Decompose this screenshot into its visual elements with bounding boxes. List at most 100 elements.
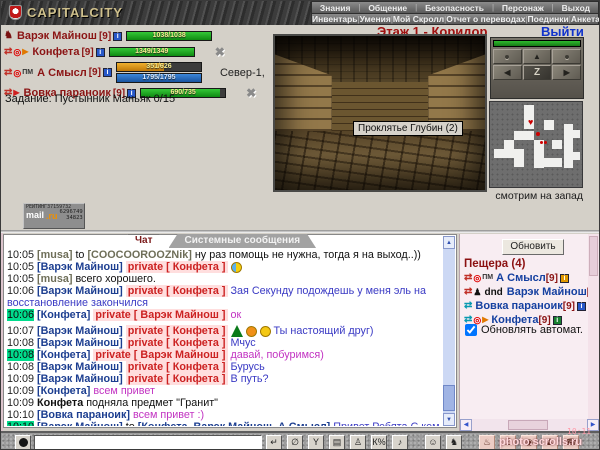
emotion-menu-button[interactable] xyxy=(15,435,31,450)
message-text: всем привет :) xyxy=(133,409,204,421)
blue-stat-bar: 1795/1795 xyxy=(116,73,202,83)
message-text: private [ Варэк Майнош ] xyxy=(93,349,227,361)
filter-button[interactable]: Y xyxy=(308,435,324,450)
chat-input[interactable] xyxy=(34,435,262,450)
tab-system-messages[interactable]: Системные сообщения xyxy=(169,234,317,248)
move-forward-button[interactable]: ▲ xyxy=(523,49,552,64)
menu-item[interactable]: Общение xyxy=(368,3,407,13)
player-level: [9] xyxy=(546,273,558,284)
message-text: всем привет xyxy=(93,385,155,397)
translit-button[interactable]: ♙ xyxy=(350,435,366,450)
potion-button[interactable]: ♨ xyxy=(479,435,495,450)
message-author[interactable]: [Варэк Майнош] xyxy=(37,325,123,337)
menu-item[interactable]: Инвентарь xyxy=(312,14,358,24)
menu-item[interactable]: Мой Скролл xyxy=(393,14,444,24)
main-menu: Знания|Общение|Безопасность|Персонаж|Вых… xyxy=(311,1,599,25)
info-chip[interactable]: i xyxy=(560,274,569,283)
cave-scroll-left-button[interactable]: ◀ xyxy=(460,419,472,431)
message-time: 10:09 xyxy=(7,373,34,385)
battle-icon[interactable]: ✖ xyxy=(215,45,225,59)
menu-item[interactable]: Анкета xyxy=(571,14,600,24)
menu-item[interactable]: Персонаж xyxy=(502,3,544,13)
turn-right-button[interactable]: ▶ xyxy=(552,65,581,80)
message-author[interactable]: [Варэк Майнош] xyxy=(37,361,123,373)
player-name[interactable]: Варэк Майнош xyxy=(507,286,587,298)
pad-corner xyxy=(493,49,522,64)
chat-message: 10:10 [Варэк Майнош] to [Конфета, Варэк … xyxy=(7,421,441,426)
cave-member-row: ⇄Вовка параноик[9]i xyxy=(464,300,592,312)
message-author[interactable]: [Варэк Майнош] xyxy=(37,261,123,273)
chat-message-list: 10:05 [musa] to [COOCOOROOZNik] ну раз п… xyxy=(7,249,441,426)
dungeon-view: Проклятье Глубин (2) xyxy=(273,34,487,192)
chat-scroll-thumb[interactable] xyxy=(443,385,455,411)
player-name[interactable]: Вовка параноик xyxy=(475,300,562,312)
font-size-button[interactable]: К% xyxy=(371,435,387,450)
message-author[interactable]: [COOCOOROOZNik] xyxy=(87,249,191,261)
minimap-marker xyxy=(544,141,547,144)
message-author[interactable]: [musa] xyxy=(37,249,72,261)
player-name[interactable]: Конфета xyxy=(32,46,79,58)
message-text: private [ Конфета ] xyxy=(126,361,228,373)
sound-button[interactable]: ♪ xyxy=(392,435,408,450)
tab-chat[interactable]: Чат xyxy=(119,234,169,248)
chat-scrollbar[interactable]: ▼ xyxy=(443,249,455,426)
chat-tabs: Чат Системные сообщения xyxy=(119,234,316,248)
clear-chat-button[interactable]: ∅ xyxy=(287,435,303,450)
cave-vertical-scrollbar[interactable] xyxy=(588,234,599,419)
chat-scroll-down-button[interactable]: ▼ xyxy=(443,413,455,426)
info-chip[interactable]: i xyxy=(577,302,586,311)
message-author[interactable]: [Варэк Майнош] xyxy=(37,285,123,297)
message-time: 10:05 xyxy=(7,249,34,261)
cave-vscroll-thumb[interactable] xyxy=(589,236,598,276)
battle-icon[interactable]: ✖ xyxy=(246,86,256,100)
cave-hscroll-thumb[interactable] xyxy=(508,420,548,430)
message-author[interactable]: [musa] xyxy=(37,273,72,285)
stat-bar-value: 1038/1038 xyxy=(127,32,211,40)
message-author[interactable]: [Конфета, Варэк Майнош, А Смысл] xyxy=(138,421,331,426)
message-author[interactable]: [Вовка параноик] xyxy=(37,409,130,421)
chat-scroll-up-button[interactable]: ▲ xyxy=(443,236,455,249)
message-time: 10:06 xyxy=(7,285,34,297)
chat-message: 10:05 [musa] to [COOCOOROOZNik] ну раз п… xyxy=(7,249,441,261)
info-chip[interactable]: i xyxy=(96,48,105,57)
auto-refresh-checkbox[interactable] xyxy=(465,324,477,336)
swap-cyan-icon: ⇄ xyxy=(464,301,472,311)
message-text: to xyxy=(126,421,135,426)
menu-item[interactable]: Безопасность xyxy=(425,3,484,13)
menu-item[interactable]: Выход xyxy=(562,3,590,13)
shield-icon xyxy=(9,5,22,20)
chat-message: 10:06 [Варэк Майнош] private [ Конфета ]… xyxy=(7,285,441,309)
menu-separator: | xyxy=(358,3,360,12)
mount-button[interactable]: ♞ xyxy=(446,435,462,450)
player-name[interactable]: А Смысл xyxy=(496,272,546,284)
save-chat-button[interactable]: ▤ xyxy=(329,435,345,450)
info-chip[interactable]: i xyxy=(103,68,112,77)
message-time: 10:05 xyxy=(7,273,34,285)
party-member-row: ⇄◎ПМА Смысл[9]i351/6261795/1795Север-1, xyxy=(4,62,268,83)
player-name[interactable]: А Смысл xyxy=(37,67,87,79)
direction-note: Север-1, xyxy=(220,67,265,79)
message-author[interactable]: [Варэк Майнош] xyxy=(37,373,123,385)
menu-separator: | xyxy=(492,3,494,12)
message-author[interactable]: [Варэк Майнош] xyxy=(37,337,123,349)
message-text: Мчус xyxy=(231,337,256,349)
message-author[interactable]: [Конфета] xyxy=(37,309,90,321)
menu-item[interactable]: Умения xyxy=(360,14,391,24)
stat-bar-value: 351/626 xyxy=(117,63,201,71)
smiles-button[interactable]: ☺ xyxy=(425,435,441,450)
send-enter-button[interactable]: ↵ xyxy=(266,435,282,450)
hit-counter-badge[interactable]: РЕЙТИНГ37159732 mail.ru 6296749 34823 xyxy=(23,203,85,229)
menu-item[interactable]: Знания xyxy=(320,3,351,13)
info-chip[interactable]: i xyxy=(113,32,122,41)
menu-item[interactable]: Отчет о переводах xyxy=(446,14,525,24)
message-author[interactable]: [Конфета] xyxy=(37,385,90,397)
message-author[interactable]: [Варэк Майнош] xyxy=(37,421,123,426)
player-name[interactable]: Варэк Майнош xyxy=(17,30,97,42)
tab-chat-label: Чат xyxy=(135,235,153,246)
refresh-button[interactable]: Обновить xyxy=(502,239,564,255)
message-text: private [ Варэк Майнош ] xyxy=(93,309,227,321)
menu-item[interactable]: Поединки xyxy=(528,14,569,24)
turn-left-button[interactable]: ◀ xyxy=(493,65,522,80)
message-author[interactable]: [Конфета] xyxy=(37,349,90,361)
pad-corner xyxy=(552,49,581,64)
